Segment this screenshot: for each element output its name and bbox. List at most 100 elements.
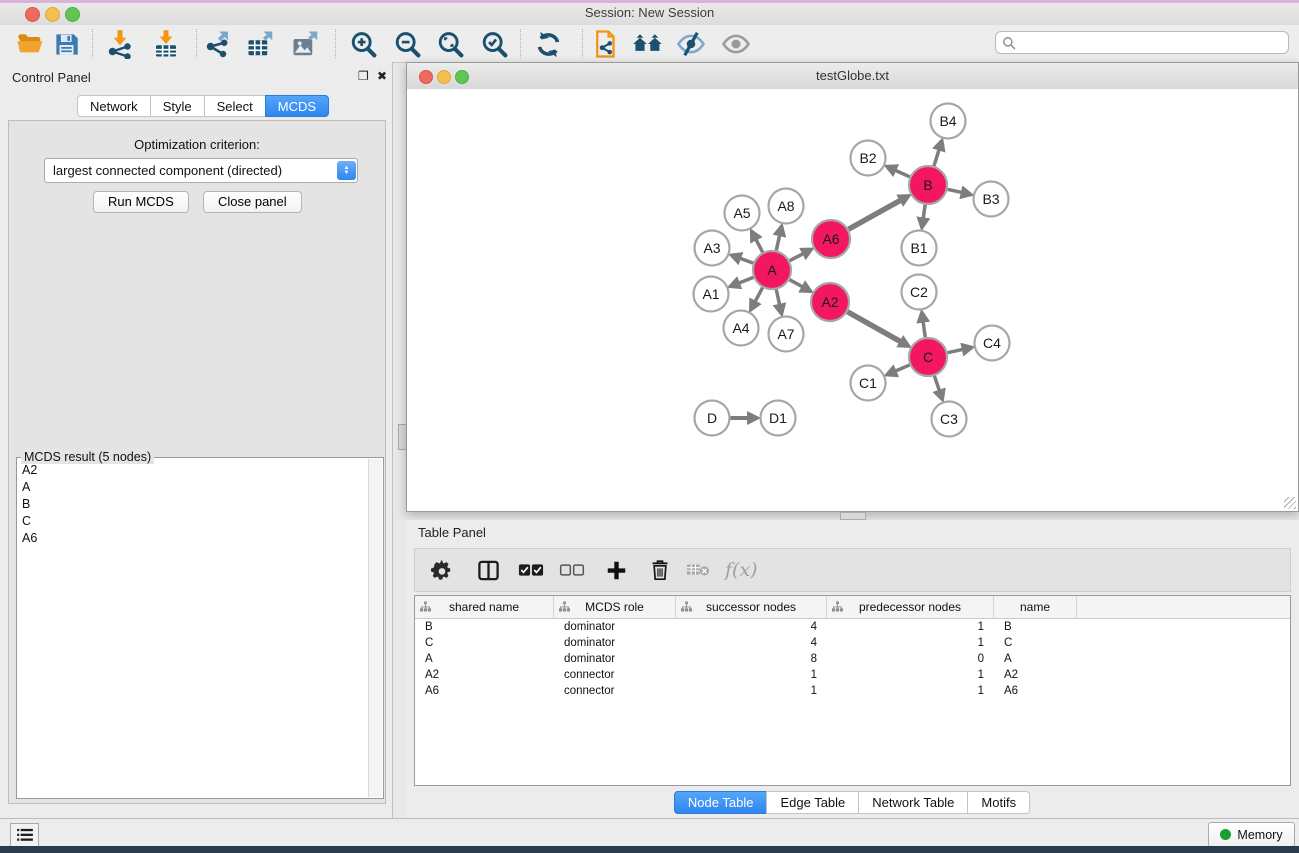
- graph-edge-C-C4[interactable]: [948, 349, 964, 352]
- export-image-icon[interactable]: [290, 28, 322, 60]
- result-item[interactable]: B: [18, 495, 366, 512]
- memory-status-icon: [1220, 829, 1231, 840]
- tab-network-table[interactable]: Network Table: [858, 791, 968, 814]
- delete-table-icon[interactable]: [685, 557, 711, 583]
- table-cell: A6: [415, 685, 554, 697]
- table-cell: 1: [827, 621, 994, 633]
- gear-icon[interactable]: [429, 557, 455, 583]
- tab-node-table[interactable]: Node Table: [674, 791, 768, 814]
- result-scrollbar[interactable]: [368, 459, 382, 797]
- result-item[interactable]: A2: [18, 461, 366, 478]
- table-row[interactable]: A2connector11A2: [415, 667, 1290, 683]
- table-cell: dominator: [554, 653, 676, 665]
- column-header-predecessor-nodes[interactable]: predecessor nodes: [827, 596, 994, 618]
- zoom-fit-icon[interactable]: [434, 28, 466, 60]
- save-session-icon[interactable]: [50, 28, 82, 60]
- first-neighbors-icon[interactable]: [632, 28, 664, 60]
- column-header-successor-nodes[interactable]: successor nodes: [676, 596, 827, 618]
- graph-edge-A-A4[interactable]: [755, 288, 763, 302]
- run-mcds-button[interactable]: Run MCDS: [93, 191, 189, 213]
- list-icon: [17, 828, 33, 842]
- graph-edge-A-A6[interactable]: [790, 253, 804, 260]
- graph-nodes[interactable]: B4B2BB3A8A5A6B1A3AC2A1A2A4A7C4CC1C3DD1: [694, 104, 1010, 437]
- select-all-icon[interactable]: [518, 557, 544, 583]
- graph-edge-C-C3[interactable]: [934, 376, 939, 391]
- graph-edge-B-B1[interactable]: [923, 205, 925, 219]
- graph-edge-A6-B[interactable]: [848, 200, 900, 229]
- graph-node-label: D1: [769, 410, 787, 426]
- function-builder-icon[interactable]: f(x): [725, 557, 758, 583]
- graph-edge-A2-C[interactable]: [847, 312, 901, 342]
- column-view-icon[interactable]: [475, 557, 501, 583]
- mcds-result-list[interactable]: A2ABCA6: [18, 461, 366, 796]
- graph-node-label: C4: [983, 335, 1001, 351]
- close-panel-button[interactable]: Close panel: [203, 191, 302, 213]
- table-row[interactable]: Bdominator41B: [415, 619, 1290, 635]
- graph-node-label: A8: [777, 198, 794, 214]
- app-title: Session: New Session: [0, 5, 1299, 20]
- tab-motifs[interactable]: Motifs: [967, 791, 1030, 814]
- import-table-icon[interactable]: [150, 28, 182, 60]
- graph-edge-B-B3[interactable]: [948, 189, 963, 192]
- hierarchy-icon: [420, 601, 431, 612]
- open-file-icon[interactable]: [14, 28, 46, 60]
- graph-edge-A-A5[interactable]: [756, 239, 763, 252]
- node-table[interactable]: shared nameMCDS rolesuccessor nodesprede…: [414, 595, 1291, 786]
- tab-edge-table[interactable]: Edge Table: [766, 791, 859, 814]
- desktop-background-strip: [0, 846, 1299, 853]
- refresh-icon[interactable]: [532, 28, 564, 60]
- graph-edge-B-B4[interactable]: [934, 149, 939, 166]
- column-header-name[interactable]: name: [994, 596, 1077, 618]
- criterion-select[interactable]: largest connected component (directed) ▲…: [44, 158, 358, 183]
- result-item[interactable]: A6: [18, 529, 366, 546]
- zoom-selected-icon[interactable]: [478, 28, 510, 60]
- tab-mcds[interactable]: MCDS: [265, 95, 329, 117]
- network-canvas[interactable]: B4B2BB3A8A5A6B1A3AC2A1A2A4A7C4CC1C3DD1: [407, 89, 1298, 511]
- result-item[interactable]: A: [18, 478, 366, 495]
- column-header-shared-name[interactable]: shared name: [415, 596, 554, 618]
- tab-network[interactable]: Network: [77, 95, 151, 117]
- table-row[interactable]: Cdominator41C: [415, 635, 1290, 651]
- close-panel-icon[interactable]: ✖: [377, 69, 387, 83]
- tab-select[interactable]: Select: [204, 95, 266, 117]
- delete-column-icon[interactable]: [647, 557, 673, 583]
- table-row[interactable]: Adominator80A: [415, 651, 1290, 667]
- graph-edge-C-C2[interactable]: [923, 321, 925, 337]
- mcds-tab-content: Optimization criterion: largest connecte…: [8, 120, 386, 804]
- table-row[interactable]: A6connector11A6: [415, 683, 1290, 699]
- criterion-selected-value: largest connected component (directed): [45, 163, 337, 178]
- search-input[interactable]: [1021, 35, 1282, 51]
- deselect-all-icon[interactable]: [559, 557, 585, 583]
- window-resize-grip[interactable]: [1284, 497, 1296, 509]
- graph-node-label: B4: [939, 113, 956, 129]
- zoom-out-icon[interactable]: [391, 28, 423, 60]
- export-table-icon[interactable]: [245, 28, 277, 60]
- graph-edge-C-C1[interactable]: [895, 365, 910, 371]
- tab-style[interactable]: Style: [150, 95, 205, 117]
- result-item[interactable]: C: [18, 512, 366, 529]
- task-history-button[interactable]: [10, 823, 39, 847]
- show-all-icon[interactable]: [720, 28, 752, 60]
- column-header-MCDS-role[interactable]: MCDS role: [554, 596, 676, 618]
- hide-selected-icon[interactable]: [675, 28, 707, 60]
- zoom-in-icon[interactable]: [347, 28, 379, 60]
- graph-edge-A-A8[interactable]: [776, 235, 779, 251]
- app-titlebar: Session: New Session: [0, 0, 1299, 26]
- graph-edge-A-A2[interactable]: [790, 280, 803, 287]
- graph-edge-A-A7[interactable]: [776, 290, 779, 306]
- memory-button[interactable]: Memory: [1208, 822, 1295, 847]
- graph-edge-A-A3[interactable]: [740, 258, 754, 263]
- add-column-icon[interactable]: [603, 557, 629, 583]
- search-field[interactable]: [995, 31, 1289, 54]
- graph-edge-A-A1[interactable]: [738, 277, 753, 283]
- graph-node-label: A3: [703, 240, 720, 256]
- export-network-icon[interactable]: [202, 28, 234, 60]
- horizontal-splitter-handle[interactable]: [840, 512, 866, 520]
- import-network-icon[interactable]: [104, 28, 136, 60]
- float-panel-icon[interactable]: ❐: [358, 69, 369, 83]
- titlebar-accent-strip: [0, 0, 1299, 3]
- graph-edge-B-B2[interactable]: [895, 170, 910, 177]
- table-panel: Table Panel ❐ ✖ f(x) shared nameMCDS rol…: [406, 520, 1299, 818]
- new-network-from-selection-icon[interactable]: [590, 28, 622, 60]
- memory-label: Memory: [1237, 828, 1282, 842]
